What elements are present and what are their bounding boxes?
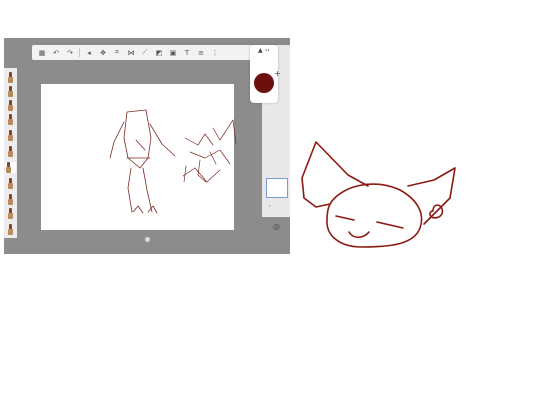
redo-icon[interactable]: ↷ <box>64 47 76 58</box>
brush-item[interactable] <box>7 130 14 141</box>
text-icon[interactable]: T <box>181 47 193 58</box>
transform-icon[interactable]: ✥ <box>97 47 109 58</box>
layer-visibility-icon[interactable]: ◦ <box>268 203 272 210</box>
brush-item[interactable] <box>7 194 14 205</box>
brush-item[interactable] <box>7 86 14 97</box>
symmetry-icon[interactable]: ⋈ <box>125 47 137 58</box>
brush-item[interactable] <box>7 208 14 219</box>
image-icon[interactable]: ▣ <box>167 47 179 58</box>
toolbar-divider <box>79 48 80 57</box>
add-color-icon[interactable]: + <box>274 69 281 78</box>
brush-item[interactable] <box>7 114 14 125</box>
ruler-icon[interactable]: ⟋ <box>139 47 151 58</box>
crop-icon[interactable]: ⌗ <box>111 47 123 58</box>
layer-thumbnail[interactable] <box>266 178 288 198</box>
cat-doodle <box>301 141 456 248</box>
color-wheel-icon[interactable]: ◎ <box>273 222 280 231</box>
page-indicator <box>145 237 150 242</box>
top-toolbar: ▦ ↶ ↷ ◂ ✥ ⌗ ⋈ ⟋ ◩ ▣ T ≡ ⋮ <box>32 45 262 60</box>
brush-item[interactable] <box>7 224 14 235</box>
fill-icon[interactable]: ◩ <box>153 47 165 58</box>
dock-collapse-icon[interactable]: ‹› <box>265 47 270 54</box>
brush-preview-icon[interactable]: ▲ <box>258 47 263 54</box>
more-icon[interactable]: ⋮ <box>209 47 221 58</box>
undo-icon[interactable]: ↶ <box>50 47 62 58</box>
brush-item[interactable] <box>7 146 14 157</box>
brush-item[interactable] <box>7 178 14 189</box>
select-icon[interactable]: ◂ <box>83 47 95 58</box>
current-color-swatch[interactable] <box>254 73 274 93</box>
layers-icon[interactable]: ≡ <box>195 47 207 58</box>
brush-item-active[interactable] <box>5 162 16 173</box>
brush-item[interactable] <box>7 72 14 83</box>
gallery-icon[interactable]: ▦ <box>36 47 48 58</box>
brush-item[interactable] <box>7 100 14 111</box>
drawing-canvas[interactable] <box>41 84 234 230</box>
